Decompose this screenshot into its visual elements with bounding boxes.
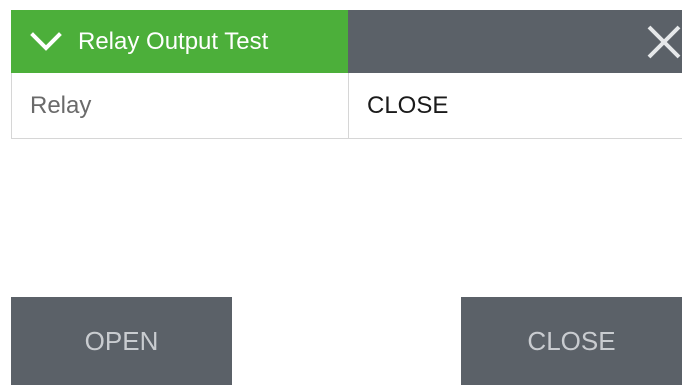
relay-row: Relay CLOSE <box>11 73 682 139</box>
close-button[interactable]: CLOSE <box>461 297 682 385</box>
relay-state-value: CLOSE <box>367 92 449 119</box>
relay-label: Relay <box>30 92 92 119</box>
page-title: Relay Output Test <box>78 28 269 55</box>
open-button[interactable]: OPEN <box>11 297 232 385</box>
dialog-header: Relay Output Test <box>11 10 682 73</box>
chevron-down-icon[interactable] <box>30 32 62 52</box>
close-icon[interactable] <box>646 24 682 60</box>
header-bar <box>348 10 682 73</box>
header-title-bar[interactable]: Relay Output Test <box>11 10 348 73</box>
row-divider <box>348 73 349 138</box>
